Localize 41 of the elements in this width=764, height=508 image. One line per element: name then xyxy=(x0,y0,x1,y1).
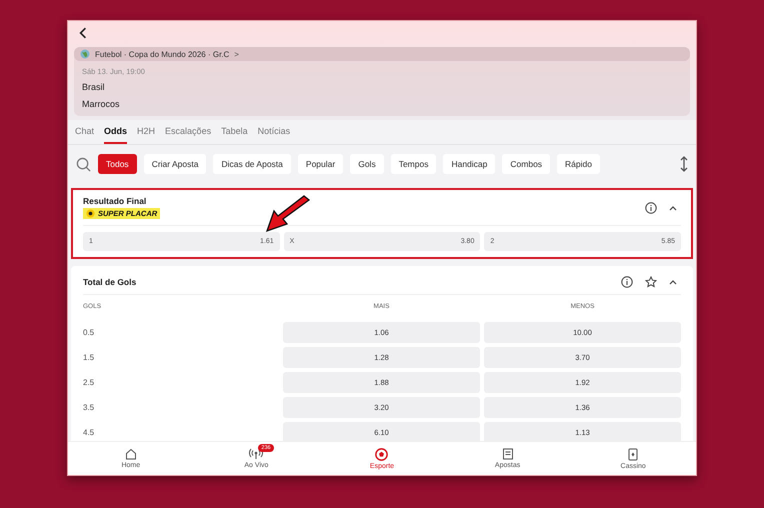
goal-line: 3.5 xyxy=(83,403,96,412)
tab[interactable]: H2H xyxy=(137,124,156,144)
goal-line: 2.5 xyxy=(83,378,96,387)
team-name: Marrocos xyxy=(81,98,121,111)
competition-name: Futebol · Copa do Mundo 2026 · Gr.C xyxy=(95,50,230,58)
broadcast-icon xyxy=(249,448,264,460)
collapse-icon[interactable] xyxy=(669,279,677,285)
tab[interactable]: Notícias xyxy=(258,124,290,144)
team-name: Brasil xyxy=(81,81,106,94)
competition-bar[interactable]: Futebol · Copa do Mundo 2026 · Gr.C > xyxy=(74,47,690,61)
tab[interactable]: Tabela xyxy=(221,124,248,144)
filter-chip[interactable]: Rápido xyxy=(557,154,600,174)
info-icon[interactable] xyxy=(621,276,633,288)
filter-chip[interactable]: Tempos xyxy=(390,154,436,174)
collapse-icon[interactable] xyxy=(669,204,677,210)
back-icon[interactable] xyxy=(79,27,87,39)
search-icon[interactable] xyxy=(76,156,91,172)
globe-icon xyxy=(80,49,90,59)
goal-line: 0.5 xyxy=(83,328,96,337)
home-icon xyxy=(124,448,137,460)
filter-chip[interactable]: Criar Aposta xyxy=(144,154,206,174)
filter-chip[interactable]: Popular xyxy=(298,154,344,174)
card-icon xyxy=(627,448,640,461)
goal-line: 4.5 xyxy=(83,428,96,437)
market-title: Resultado Final xyxy=(83,196,148,206)
expand-arrows-icon[interactable] xyxy=(680,156,688,172)
ticket-icon xyxy=(502,448,514,460)
tab[interactable]: Chat xyxy=(75,124,94,144)
info-icon[interactable] xyxy=(645,202,657,214)
tab[interactable]: Odds xyxy=(104,124,128,144)
soccer-ball-icon xyxy=(375,448,388,461)
filter-chip[interactable]: Gols xyxy=(350,154,384,174)
tab[interactable]: Escalações xyxy=(165,124,212,144)
filter-chip[interactable]: Handicap xyxy=(443,154,496,174)
market-title: Total de Gols xyxy=(83,277,138,287)
filter-chip[interactable]: Todos xyxy=(98,154,137,174)
chevron-text: > xyxy=(234,50,239,58)
goal-line: 1.5 xyxy=(83,353,96,362)
filter-chip[interactable]: Combos xyxy=(502,154,550,174)
star-icon[interactable] xyxy=(645,276,657,288)
filter-chip[interactable]: Dicas de Aposta xyxy=(213,154,291,174)
